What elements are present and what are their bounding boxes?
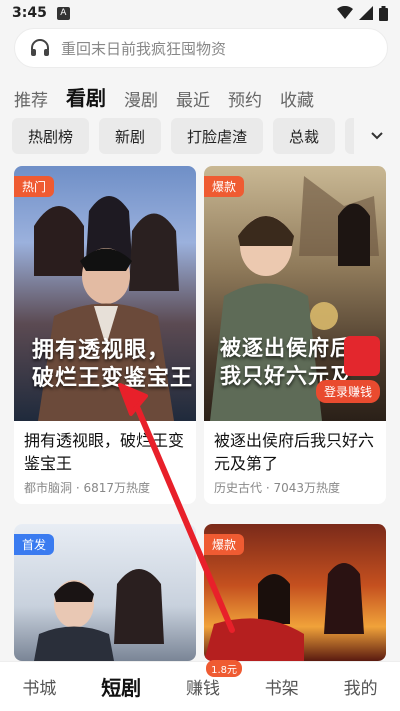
- drama-poster[interactable]: 爆款 被逐出侯府后 我只好六元及 登录赚钱: [204, 166, 386, 421]
- drama-poster[interactable]: 首发: [14, 524, 196, 661]
- nav-short-drama[interactable]: 短剧: [101, 672, 141, 701]
- category-tabs: 推荐 看剧 漫剧 最近 预约 收藏: [14, 82, 314, 111]
- poster-title-line2: 破烂王变鉴宝王: [32, 365, 194, 391]
- drama-poster[interactable]: 爆款: [204, 524, 386, 661]
- drama-title[interactable]: 被逐出侯府后我只好六元及第了: [204, 421, 386, 477]
- red-envelope-icon[interactable]: [344, 336, 380, 376]
- drama-poster[interactable]: 热门 拥有透视眼， 破烂王变鉴宝王: [14, 166, 196, 421]
- nav-bookshelf[interactable]: 书架: [265, 674, 299, 699]
- bottom-navigation: 书城 短剧 赚钱 1.8元 书架 我的: [0, 660, 400, 711]
- signal-icon: [359, 6, 373, 20]
- tab-favorites[interactable]: 收藏: [280, 86, 314, 111]
- wifi-icon: [337, 6, 353, 19]
- notification-icon: A: [56, 6, 70, 20]
- nav-bookstore[interactable]: 书城: [22, 674, 56, 699]
- battery-icon: [379, 5, 388, 21]
- drama-card[interactable]: 爆款: [204, 524, 386, 661]
- login-earn-button[interactable]: 登录赚钱: [315, 380, 380, 403]
- drama-card[interactable]: 热门 拥有透视眼， 破烂王变鉴宝王 拥有透视眼，破烂王变鉴宝王 都市脑洞 · 6…: [14, 166, 196, 504]
- drama-card[interactable]: 爆款 被逐出侯府后 我只好六元及 登录赚钱 被逐出侯府后我只好六元及第了 历史古…: [204, 166, 386, 504]
- chip-ceo[interactable]: 总裁: [273, 118, 336, 154]
- headphones-icon[interactable]: [29, 37, 51, 59]
- drama-card[interactable]: 首发: [14, 524, 196, 661]
- search-placeholder[interactable]: 重回末日前我疯狂囤物资: [61, 38, 226, 59]
- status-time: 3:45: [12, 5, 47, 21]
- tab-watch-drama[interactable]: 看剧: [66, 82, 106, 111]
- tab-recommend[interactable]: 推荐: [14, 86, 48, 111]
- poster-title-line1: 被逐出侯府后: [220, 335, 352, 360]
- badge-explosive: 爆款: [204, 176, 245, 197]
- badge-premiere: 首发: [14, 534, 55, 555]
- poster-title: 拥有透视眼， 破烂王变鉴宝王: [32, 336, 193, 392]
- tab-reserve[interactable]: 预约: [228, 86, 262, 111]
- earn-badge: 1.8元: [206, 660, 242, 677]
- tab-recent[interactable]: 最近: [176, 86, 210, 111]
- expand-chips-button[interactable]: [354, 118, 400, 154]
- drama-meta: 都市脑洞 · 6817万热度: [24, 481, 150, 495]
- chip-new[interactable]: 新剧: [99, 118, 162, 154]
- poster-title-line1: 拥有透视眼，: [32, 337, 171, 363]
- nav-earn-label[interactable]: 赚钱: [186, 679, 220, 699]
- chip-face-slap[interactable]: 打脸虐渣: [171, 118, 264, 154]
- status-icons: [337, 5, 388, 21]
- badge-hot: 热门: [14, 176, 55, 197]
- nav-earn[interactable]: 赚钱 1.8元: [186, 660, 242, 699]
- drama-meta: 历史古代 · 7043万热度: [214, 481, 340, 495]
- tab-comic-drama[interactable]: 漫剧: [124, 86, 158, 111]
- nav-mine[interactable]: 我的: [344, 674, 378, 699]
- filter-chips: 热剧榜 新剧 打脸虐渣 总裁: [12, 118, 400, 154]
- chip-hot-list[interactable]: 热剧榜: [12, 118, 90, 154]
- search-bar[interactable]: 重回末日前我疯狂囤物资: [14, 28, 388, 68]
- badge-explosive: 爆款: [204, 534, 245, 555]
- chevron-down-icon[interactable]: [370, 131, 384, 141]
- status-bar: 3:45 A: [0, 0, 400, 26]
- drama-title[interactable]: 拥有透视眼，破烂王变鉴宝王: [14, 421, 196, 477]
